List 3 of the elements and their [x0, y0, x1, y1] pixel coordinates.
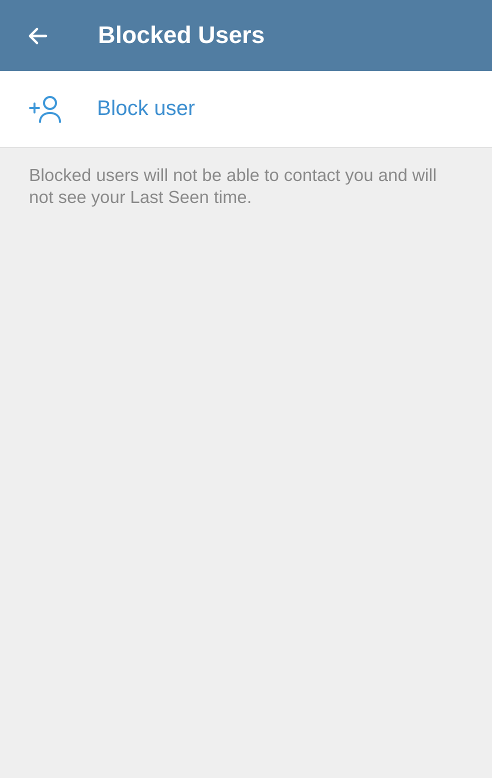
screen-title: Blocked Users: [98, 22, 265, 50]
block-user-item[interactable]: Block user: [0, 71, 492, 148]
info-text: Blocked users will not be able to contact you and will not see your Last Seen time.: [28, 164, 438, 208]
